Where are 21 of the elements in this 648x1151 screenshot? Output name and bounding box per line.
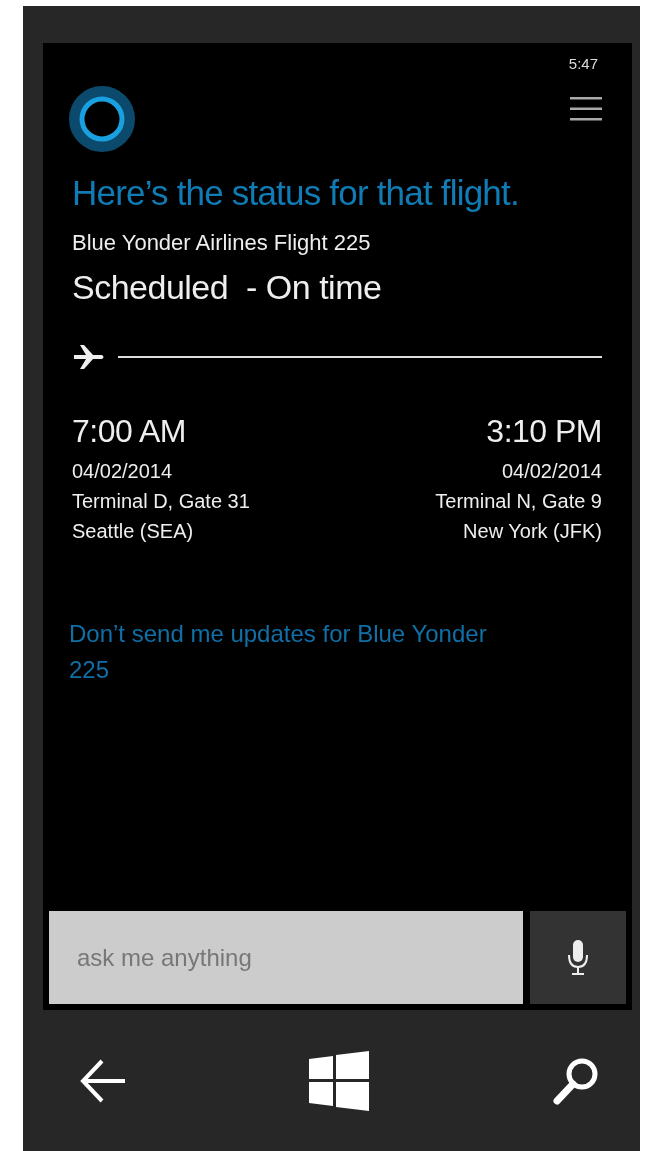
- clock: 5:47: [568, 55, 598, 72]
- flight-time: 3:10 PM: [486, 413, 602, 450]
- flight-date: 04/02/2014: [501, 459, 602, 484]
- flight-date: 04/02/2014: [72, 459, 173, 484]
- ask-field[interactable]: ask me anything: [49, 911, 523, 1004]
- windows-logo-button[interactable]: [309, 1050, 369, 1111]
- menu-icon[interactable]: [570, 96, 602, 122]
- assistant-ring-icon: [69, 86, 135, 152]
- back-button[interactable]: [80, 1057, 126, 1104]
- flight-status: Scheduled - On time: [72, 268, 383, 307]
- response-heading: Here’s the status for that flight.: [72, 172, 520, 214]
- flight-name: Blue Yonder Airlines Flight 225: [72, 230, 372, 256]
- unsubscribe-link[interactable]: Don’t send me updates for Blue Yonder 225: [69, 616, 519, 688]
- city-airport: Seattle (SEA): [72, 519, 194, 544]
- city-airport: New York (JFK): [463, 519, 602, 544]
- microphone-button[interactable]: [530, 911, 626, 1004]
- terminal-gate: Terminal N, Gate 9: [435, 489, 602, 514]
- terminal-gate: Terminal D, Gate 31: [72, 489, 250, 514]
- airplane-icon: [72, 343, 106, 371]
- microphone-icon: [567, 938, 589, 977]
- flight-time: 7:00 AM: [72, 413, 186, 450]
